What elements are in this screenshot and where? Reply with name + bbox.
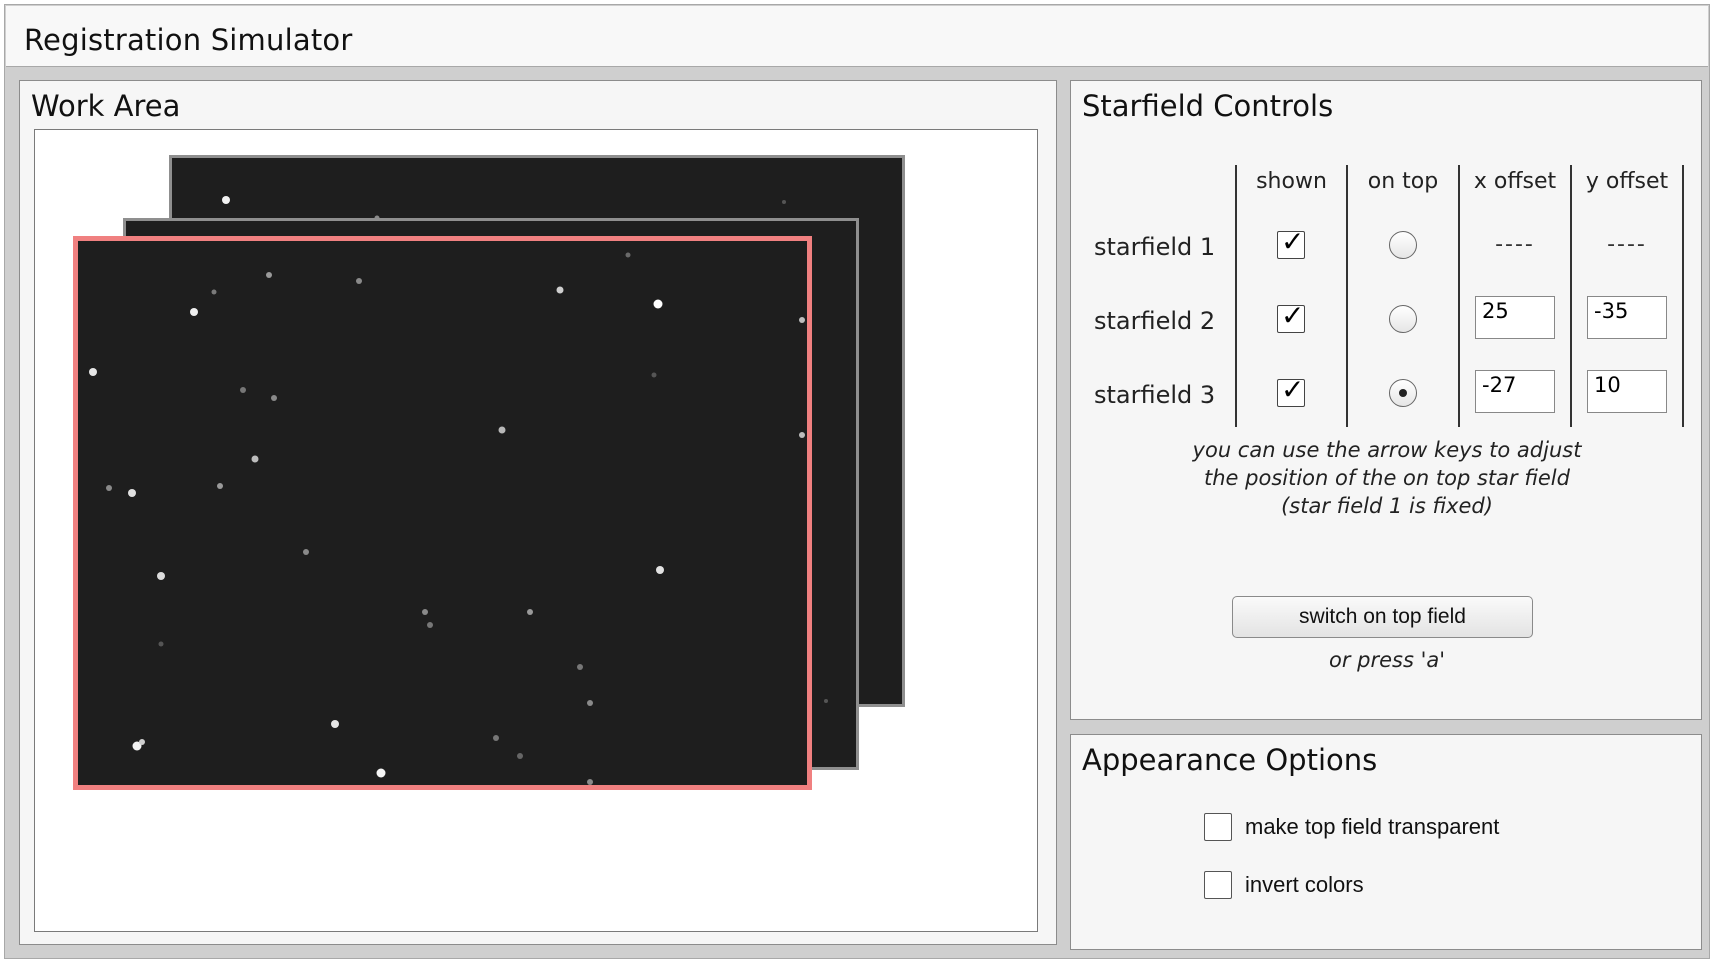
checkmark-icon: ✓ — [1281, 299, 1305, 332]
transparent-top-field-checkbox[interactable] — [1204, 813, 1232, 841]
arrow-keys-hint-line-2: the position of the on top star field — [1204, 466, 1570, 490]
column-header-x-offset: x offset — [1473, 169, 1557, 194]
checkmark-icon: ✓ — [1281, 373, 1305, 406]
app-window: Registration Simulator Work Area Starfie… — [4, 4, 1710, 959]
appearance-options-panel: Appearance Options make top field transp… — [1070, 734, 1702, 950]
radio-selected-dot — [1399, 389, 1407, 397]
starfield-2-x-offset-input[interactable] — [1475, 296, 1555, 339]
starfield-1-x-offset: ---- — [1495, 232, 1535, 257]
starfield-3-stars — [89, 252, 805, 785]
column-header-shown: shown — [1256, 169, 1327, 194]
work-area-panel: Work Area — [19, 80, 1057, 945]
starfield-3-label: starfield 3 — [1094, 381, 1216, 409]
appearance-options-title: Appearance Options — [1082, 743, 1378, 777]
starfield-1-y-offset: ---- — [1607, 232, 1647, 257]
starfield-controls-panel: Starfield Controls shown on top x offset… — [1070, 80, 1702, 720]
arrow-keys-hint-line-3: (star field 1 is fixed) — [1281, 494, 1493, 518]
switch-on-top-field-button[interactable]: switch on top field — [1232, 596, 1533, 638]
starfield-1-shown-checkbox[interactable]: ✓ — [1277, 225, 1305, 259]
transparent-top-field-label[interactable]: make top field transparent — [1245, 814, 1499, 840]
app-title: Registration Simulator — [24, 23, 353, 57]
column-header-y-offset: y offset — [1585, 169, 1669, 194]
starfield-3-image-on-top[interactable] — [73, 236, 812, 790]
starfield-2-label: starfield 2 — [1094, 307, 1216, 335]
invert-colors-label[interactable]: invert colors — [1245, 872, 1364, 898]
work-area-canvas[interactable] — [34, 129, 1038, 932]
title-bar: Registration Simulator — [6, 6, 1708, 67]
starfield-3-on-top-radio[interactable] — [1389, 379, 1417, 407]
starfield-2-y-offset-input[interactable] — [1587, 296, 1667, 339]
work-area-title: Work Area — [31, 89, 181, 123]
press-a-hint: or press 'a' — [1328, 648, 1445, 672]
grid-divider — [1346, 165, 1348, 427]
checkmark-icon: ✓ — [1281, 225, 1305, 258]
starfield-controls-title: Starfield Controls — [1082, 89, 1334, 123]
grid-divider — [1235, 165, 1237, 427]
starfield-3-x-offset-input[interactable] — [1475, 370, 1555, 413]
invert-colors-checkbox[interactable] — [1204, 871, 1232, 899]
starfield-2-shown-checkbox[interactable]: ✓ — [1277, 299, 1305, 333]
starfield-3-y-offset-input[interactable] — [1587, 370, 1667, 413]
column-header-on-top: on top — [1367, 169, 1439, 194]
starfield-1-on-top-radio[interactable] — [1389, 231, 1417, 259]
grid-divider — [1682, 165, 1684, 427]
starfield-1-label: starfield 1 — [1094, 233, 1216, 261]
grid-divider — [1570, 165, 1572, 427]
arrow-keys-hint-line-1: you can use the arrow keys to adjust — [1192, 438, 1582, 462]
grid-divider — [1458, 165, 1460, 427]
starfield-2-on-top-radio[interactable] — [1389, 305, 1417, 333]
starfield-3-shown-checkbox[interactable]: ✓ — [1277, 373, 1305, 407]
